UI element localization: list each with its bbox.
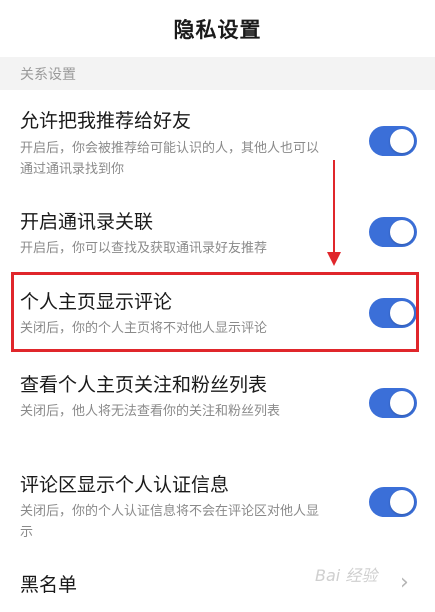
arrow-line (333, 160, 335, 256)
certification-info-toggle[interactable] (369, 487, 417, 517)
page-title: 隐私设置 (173, 17, 262, 42)
setting-description: 开启后，你可以查找及获取通讯录好友推荐 (20, 241, 268, 256)
setting-description: 关闭后，他人将无法查看你的关注和粉丝列表 (20, 404, 281, 419)
contacts-link-toggle[interactable] (369, 217, 417, 247)
setting-title: 评论区显示个人认证信息 (20, 474, 230, 496)
toggle-knob (390, 490, 414, 514)
setting-title: 允许把我推荐给好友 (20, 110, 192, 132)
page-header: 隐私设置 (0, 0, 435, 57)
arrow-down-icon (327, 252, 341, 266)
section-header: 关系设置 (0, 57, 435, 90)
blacklist-label: 黑名单 (20, 574, 78, 596)
watermark: Bai 经验 (315, 566, 378, 585)
highlight-box (11, 272, 419, 352)
toggle-knob (390, 220, 414, 244)
follow-lists-toggle[interactable] (369, 388, 417, 418)
setting-description: 关闭后，你的个人认证信息将不会在评论区对他人显示 (20, 504, 320, 540)
setting-description: 开启后，你会被推荐给可能认识的人，其他人也可以通过通讯录找到你 (20, 141, 320, 177)
section-label: 关系设置 (20, 66, 76, 83)
toggle-knob (390, 391, 414, 415)
recommend-to-friends-toggle[interactable] (369, 126, 417, 156)
chevron-right-icon: › (400, 570, 409, 595)
toggle-knob (390, 129, 414, 153)
setting-title: 开启通讯录关联 (20, 211, 154, 233)
setting-title: 查看个人主页关注和粉丝列表 (20, 374, 268, 396)
